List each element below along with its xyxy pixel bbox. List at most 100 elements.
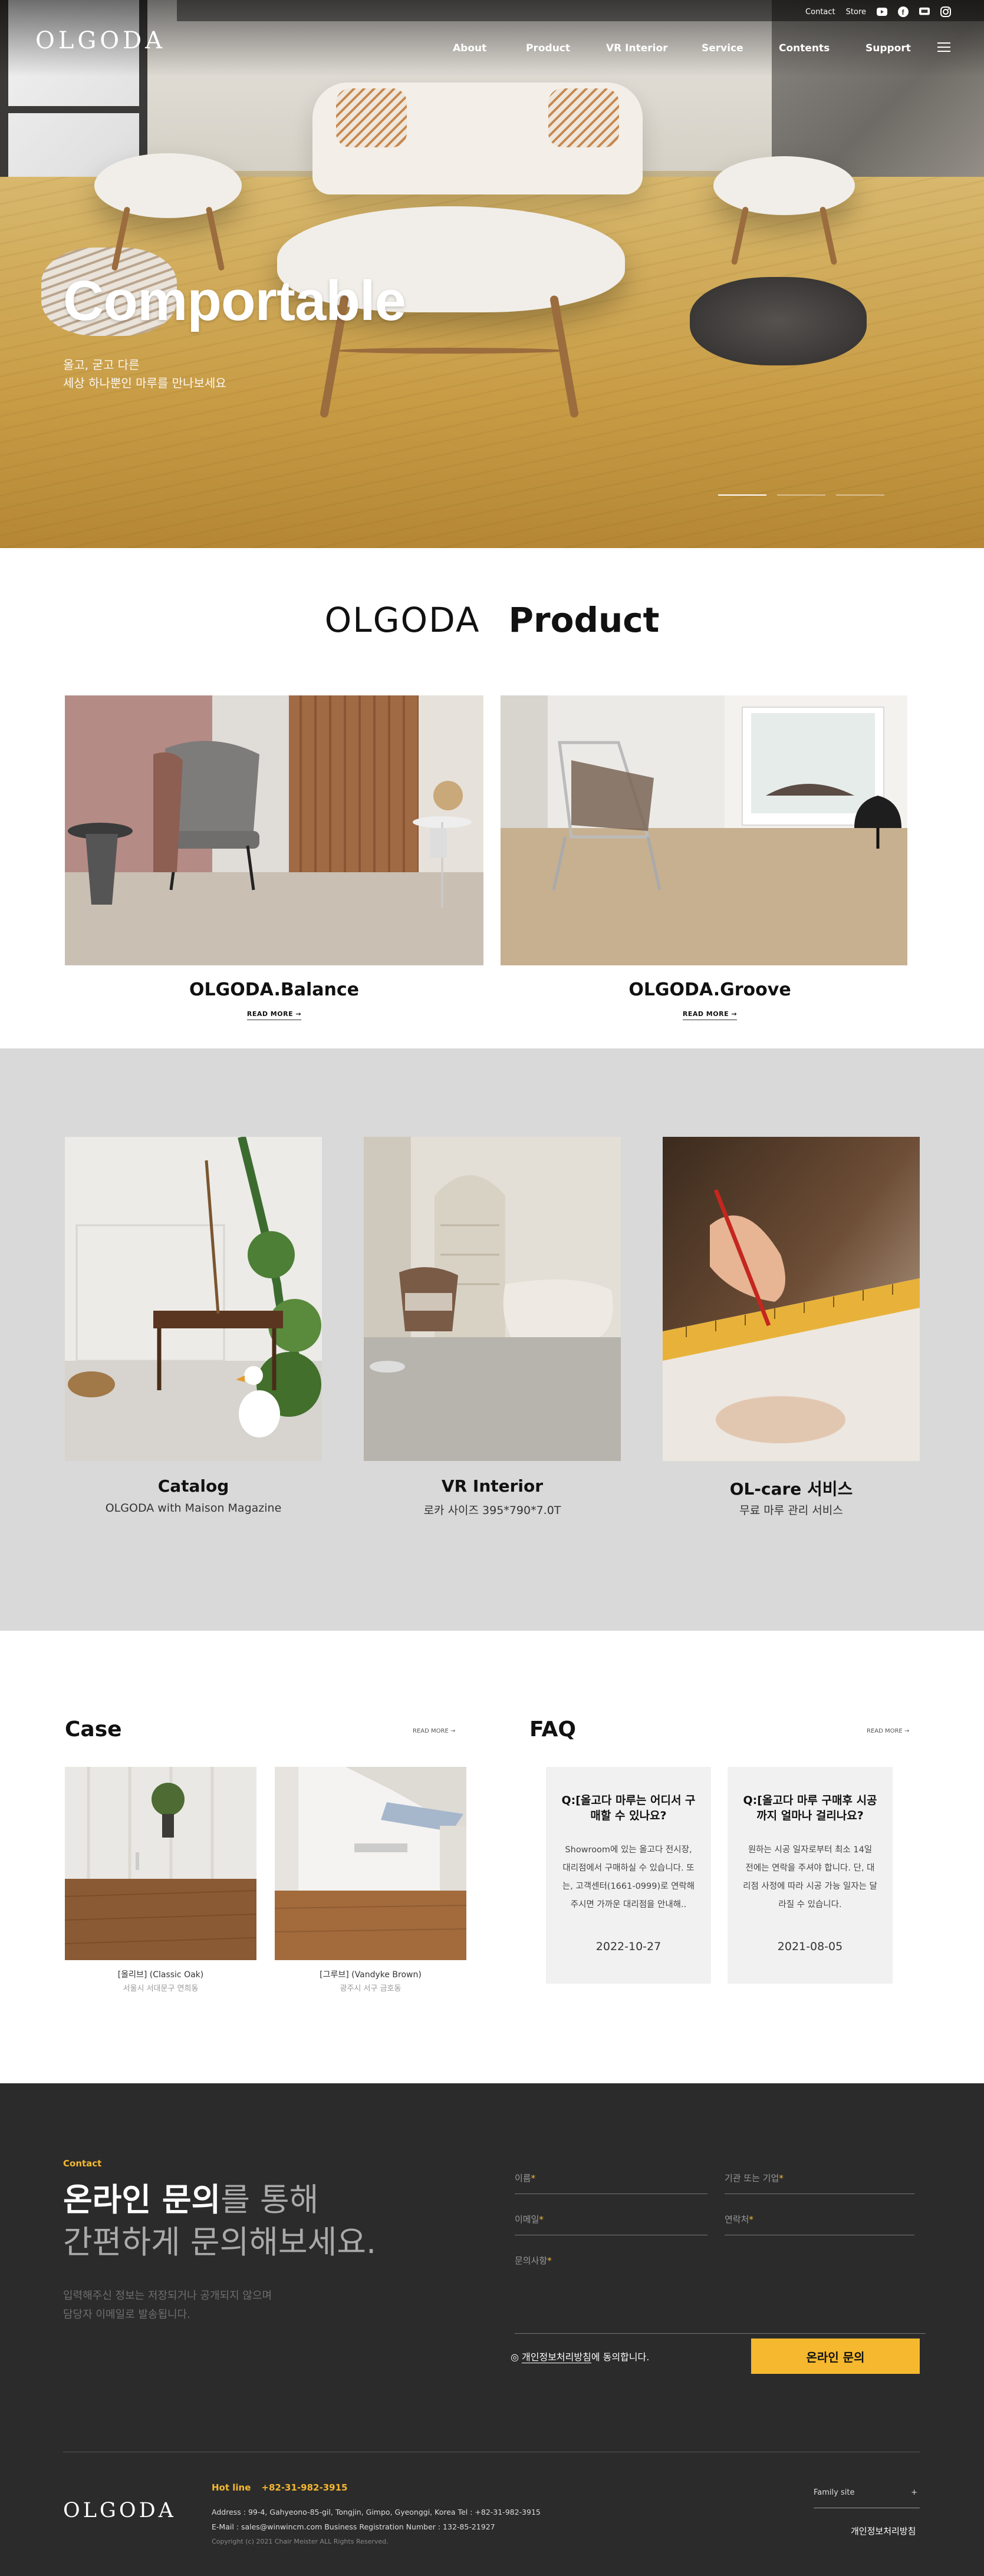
faq-answer: 원하는 시공 일자로부터 최소 14일 전에는 연락을 주셔야 합니다. 단, … [743,1845,877,1909]
title-bold: Product [508,600,660,640]
privacy-policy-link[interactable]: 개인정보처리방침 [522,2351,591,2363]
name-field[interactable]: 이름* [515,2172,707,2194]
case-read-more[interactable]: READ MORE → [413,1728,455,1734]
online-inquiry-button[interactable]: 온라인 문의 [751,2338,920,2374]
email-line: E-Mail : sales@winwincm.com Business Reg… [212,2522,495,2531]
nav-vr-interior[interactable]: VR Interior [606,42,668,54]
feature-subtitle-catalog: OLGODA with Maison Magazine [105,1502,282,1515]
store-link[interactable]: Store [846,8,866,17]
heading-line2: 간편하게 문의해보세요. [63,2224,377,2261]
nav-contents[interactable]: Contents [779,42,830,54]
hotline: Hot line +82-31-982-3915 [212,2482,347,2493]
faq-card[interactable]: Q:[올고다 마루 구매후 시공까지 얼마나 걸리나요? 원하는 시공 일자로부… [728,1767,893,1984]
message-field[interactable]: 문의사항* [515,2254,926,2334]
note-line: 입력해주신 정보는 저장되거나 공개되지 않으며 [63,2290,272,2302]
contact-heading: 온라인 문의를 통해 간편하게 문의해보세요. [63,2179,376,2264]
product-image-groove[interactable] [501,695,919,965]
family-site-label: Family site [814,2488,855,2497]
contact-note: 입력해주신 정보는 저장되거나 공개되지 않으며 담당자 이메일로 발송됩니다. [63,2287,272,2324]
footer-privacy-link[interactable]: 개인정보처리방침 [851,2525,916,2537]
hotline-label: Hot line [212,2482,251,2493]
organization-field[interactable]: 기관 또는 기업* [725,2172,914,2194]
slide-dot[interactable] [836,494,884,496]
hero-chair [713,156,855,215]
site-logo[interactable]: OLGODA [35,27,166,54]
required-mark: * [547,2255,552,2266]
contact-link[interactable]: Contact [805,8,835,17]
note-line: 담당자 이메일로 발송됩니다. [63,2308,190,2321]
instagram-icon[interactable] [940,6,951,17]
heading-rest: 를 통해 [221,2181,319,2218]
heading-bold: 온라인 문의 [63,2181,221,2218]
footer-address: Address : 99-4, Gahyeono-85-gil, Tongjin… [212,2505,541,2534]
read-more-label[interactable]: READ MORE → [246,1010,302,1020]
case-title-vandyke-brown[interactable]: [그루브] (Vandyke Brown) [275,1968,466,1980]
copyright: Copyright (c) 2021 Chair Meister ALL Rig… [212,2538,389,2545]
facebook-icon[interactable]: f [898,6,909,17]
faq-question: Q:[올고다 마루는 어디서 구매할 수 있나요? [561,1794,696,1822]
case-location: 광주시 서구 금호동 [340,1984,402,1993]
email-field[interactable]: 이메일* [515,2213,707,2235]
hero-pillow [336,88,407,147]
faq-date: 2022-10-27 [595,1940,662,1953]
read-more-link[interactable]: READ MORE → [501,1010,919,1020]
hero-black-pillow [690,277,867,365]
read-more-label[interactable]: READ MORE → [682,1010,738,1020]
check-icon[interactable]: ◎ [511,2351,522,2363]
required-mark: * [531,2173,536,2184]
contact-label: Contact [63,2158,102,2169]
slide-dot[interactable] [777,494,825,496]
nav-support[interactable]: Support [865,42,911,54]
read-more-link[interactable]: READ MORE → [65,1010,483,1020]
title-light: OLGODA [324,600,481,640]
message-field-label: 문의사항 [515,2255,548,2266]
top-utility-bar: Contact Store f [177,0,984,21]
slide-dot[interactable] [718,494,766,496]
case-image-classic-oak[interactable] [65,1767,256,1960]
product-name-groove[interactable]: OLGODA.Groove [501,979,919,1000]
feature-image-vr-interior[interactable] [364,1137,621,1461]
nav-service[interactable]: Service [702,42,743,54]
case-location: 서울시 서대문구 연희동 [123,1984,199,1993]
menu-icon[interactable] [937,42,950,53]
case-title: Case [65,1717,122,1741]
feature-title-ol-care[interactable]: OL-care 서비스 [663,1476,920,1500]
nav-product[interactable]: Product [526,42,570,54]
feature-subtitle-ol-care: 무료 마루 관리 서비스 [739,1504,843,1517]
feature-subtitle-vr-interior: 로카 사이즈 395*790*7.0T [423,1504,561,1517]
nav-about[interactable]: About [453,42,486,54]
feature-image-catalog[interactable] [65,1137,322,1461]
address-line: Address : 99-4, Gahyeono-85-gil, Tongjin… [212,2508,541,2516]
hero-chair [94,153,242,218]
faq-title: FAQ [529,1717,576,1741]
product-image-balance[interactable] [65,695,483,965]
hero-title: Comportable [63,269,406,332]
case-image-vandyke-brown[interactable] [275,1767,466,1960]
feature-image-ol-care[interactable] [663,1137,920,1461]
plus-icon[interactable]: + [911,2488,917,2497]
hero-subtitle-line: 올고, 굳고 다른 [63,358,140,372]
hero-pillow [548,88,619,147]
feature-title-catalog[interactable]: Catalog [65,1476,322,1496]
phone-field[interactable]: 연락처* [725,2213,914,2235]
faq-card[interactable]: Q:[올고다 마루는 어디서 구매할 수 있나요? Showroom에 있는 올… [546,1767,711,1984]
required-mark: * [749,2214,753,2225]
hotline-number: +82-31-982-3915 [261,2482,348,2493]
family-site-select[interactable]: Family site + [814,2488,920,2508]
footer-logo[interactable]: OLGODA [63,2499,176,2522]
hero-subtitle: 올고, 굳고 다른 세상 하나뿐인 마루를 만나보세요 [63,356,226,392]
feature-title-vr-interior[interactable]: VR Interior [364,1476,621,1496]
privacy-agree-checkbox[interactable]: ◎ 개인정보처리방침에 동의합니다. [511,2349,649,2363]
agree-suffix: 에 동의합니다. [591,2351,650,2363]
blog-icon[interactable] [919,6,930,17]
phone-field-label: 연락처 [725,2214,749,2225]
organization-field-label: 기관 또는 기업 [725,2173,779,2184]
required-mark: * [539,2214,544,2225]
product-name-balance[interactable]: OLGODA.Balance [65,979,483,1000]
name-field-label: 이름 [515,2173,531,2184]
youtube-icon[interactable] [877,6,887,17]
case-title-classic-oak[interactable]: [올리브] (Classic Oak) [65,1968,256,1980]
required-mark: * [779,2173,784,2184]
faq-read-more[interactable]: READ MORE → [867,1728,909,1734]
faq-date: 2021-08-05 [777,1940,843,1953]
